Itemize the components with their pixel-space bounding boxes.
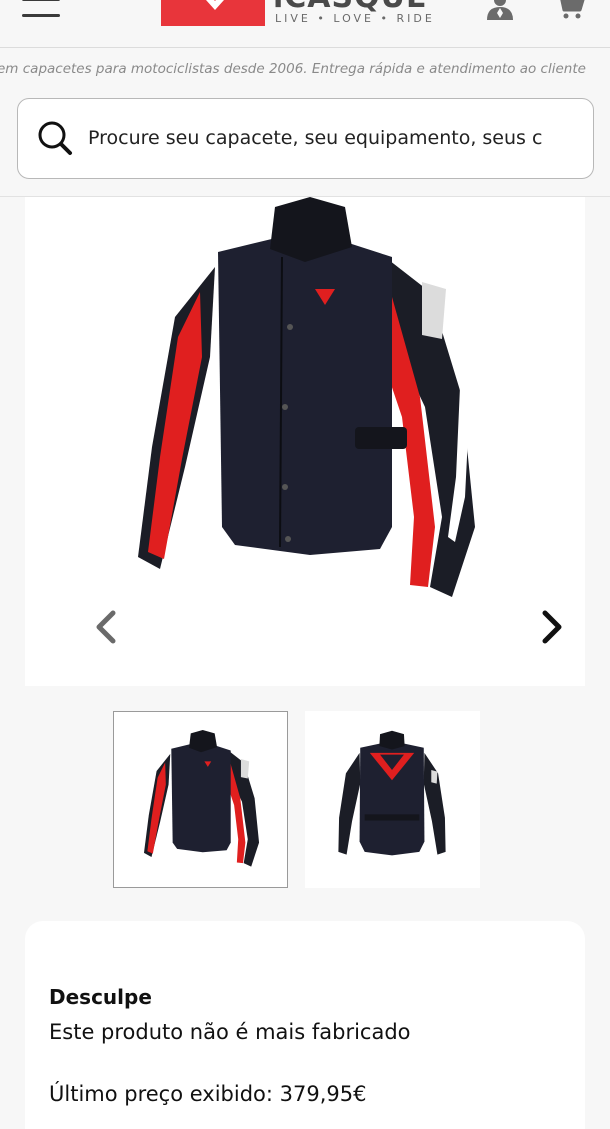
user-icon[interactable] [484, 0, 516, 20]
cart-icon[interactable] [555, 0, 585, 20]
jacket-front-image [138, 197, 475, 597]
jacket-front-thumb [143, 730, 260, 867]
notice-message: Este produto não é mais fabricado [49, 1020, 411, 1044]
promo-ticker: em capacetes para motociclistas desde 20… [0, 61, 610, 81]
site-header: iCASQUE LIVE • LOVE • RIDE [0, 0, 610, 48]
thumbnail-back[interactable] [305, 711, 480, 888]
logo-tagline: LIVE • LOVE • RIDE [275, 12, 435, 25]
last-price: Último preço exibido: 379,95€ [49, 1082, 367, 1106]
header-divider [0, 47, 610, 48]
chevron-left-icon[interactable] [87, 605, 127, 649]
search-bar[interactable] [17, 98, 594, 179]
logo-badge [161, 0, 265, 26]
site-logo[interactable]: iCASQUE LIVE • LOVE • RIDE [161, 0, 443, 28]
discontinued-notice: Desculpe Este produto não é mais fabrica… [25, 921, 585, 1129]
promo-ticker-text: em capacetes para motociclistas desde 20… [0, 61, 586, 77]
notice-title: Desculpe [49, 985, 152, 1009]
search-icon[interactable] [36, 119, 76, 159]
menu-icon[interactable] [22, 0, 60, 20]
product-image-main[interactable] [25, 197, 585, 686]
thumbnail-front[interactable] [113, 711, 288, 888]
chevron-right-icon[interactable] [533, 605, 573, 649]
search-input[interactable] [88, 99, 568, 177]
jacket-back-thumb [338, 730, 446, 856]
